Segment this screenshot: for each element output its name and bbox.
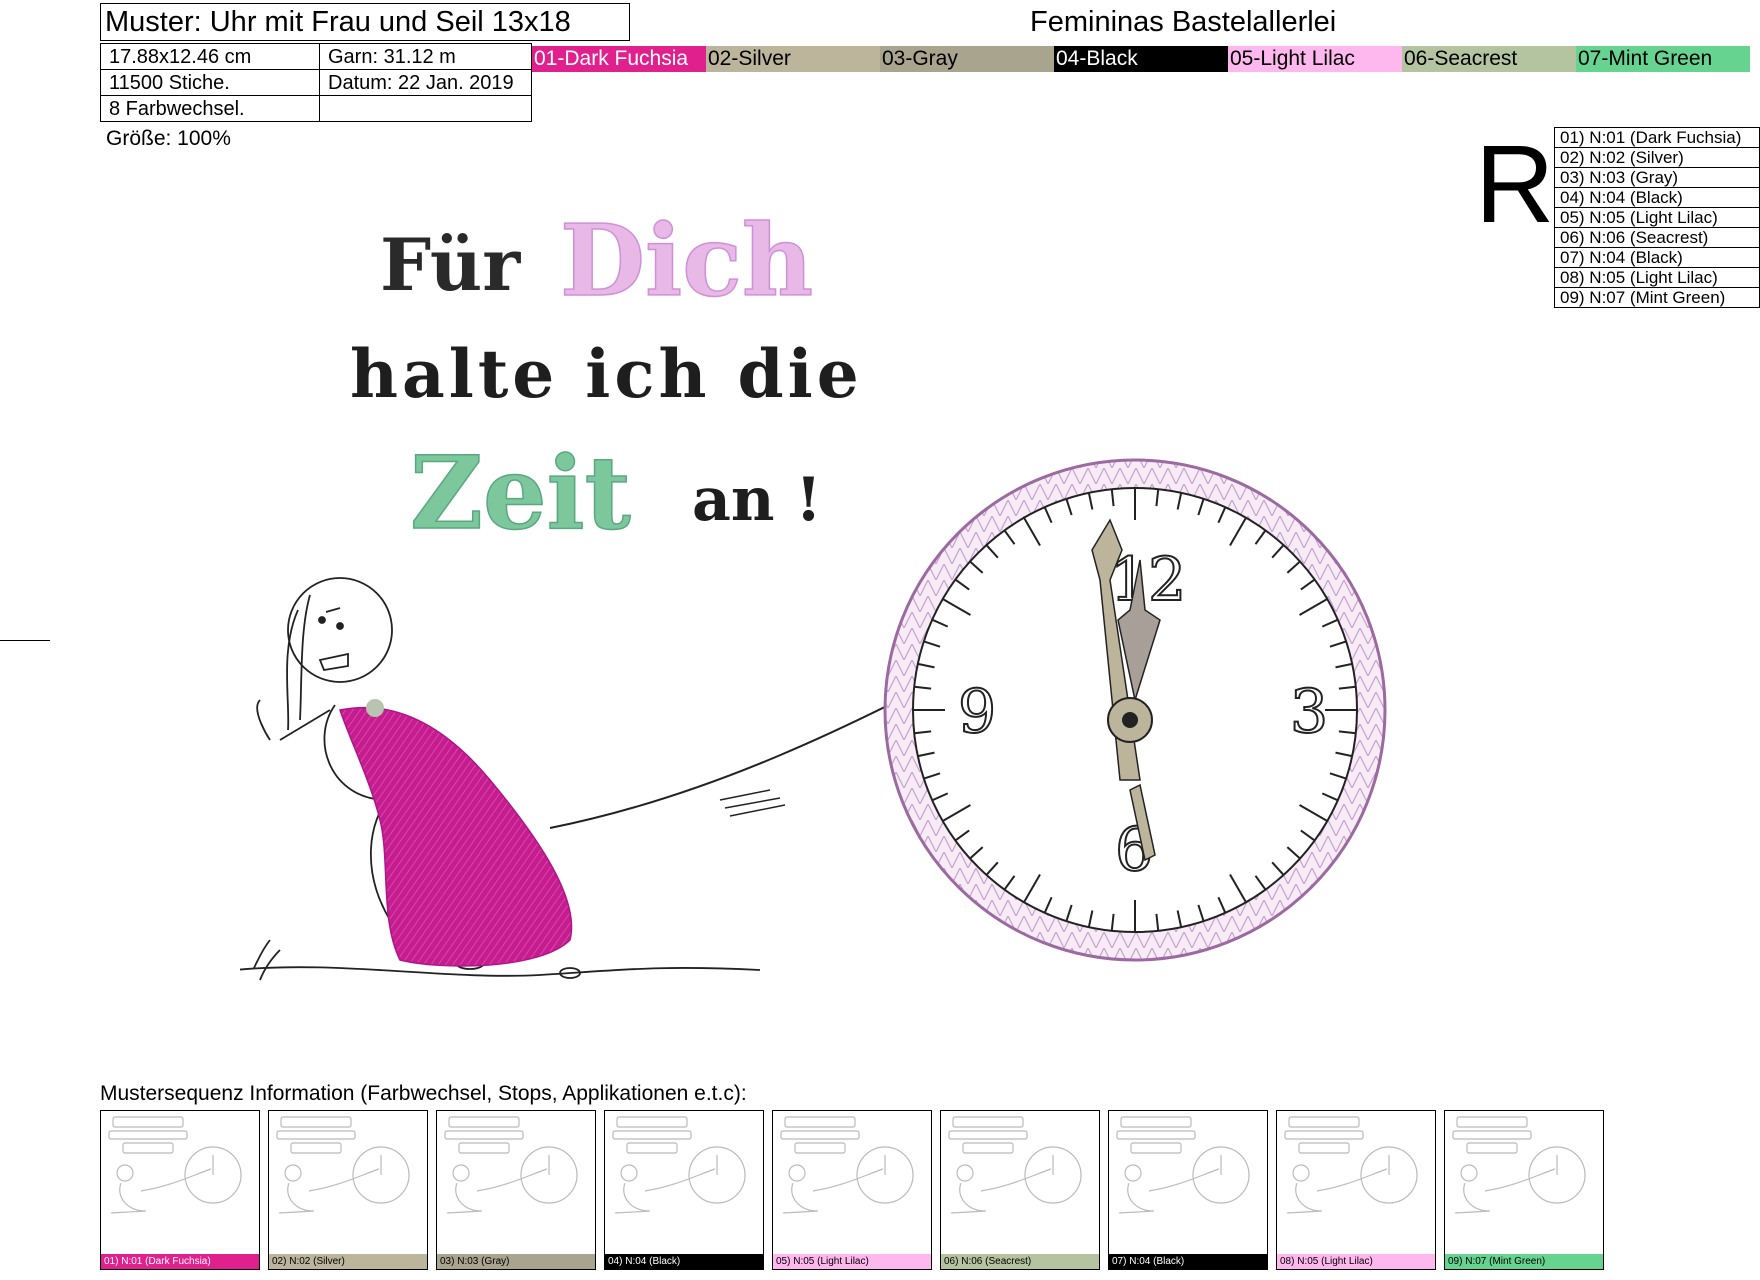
step-caption: 09) N:07 (Mint Green) — [1445, 1254, 1603, 1269]
sequence-step-9: 09) N:07 (Mint Green) — [1444, 1110, 1604, 1270]
color-swatch-2: 02-Silver — [706, 46, 880, 72]
color-swatch-1: 01-Dark Fuchsia — [532, 46, 706, 72]
thumbnail-preview — [612, 1116, 746, 1214]
sequence-title: Mustersequenz Information (Farbwechsel, … — [100, 1082, 747, 1105]
legend-row: 06) N:06 (Seacrest) — [1554, 227, 1760, 248]
sequence-thumbnails: 01) N:01 (Dark Fuchsia) 02) N:02 (Silver)… — [100, 1110, 1612, 1270]
pattern-info-table: 17.88x12.46 cm Garn: 31.12 m 11500 Stich… — [100, 43, 532, 122]
thumbnail-preview — [1284, 1116, 1418, 1214]
thumbnail-preview — [108, 1116, 242, 1214]
legend-row: 02) N:02 (Silver) — [1554, 147, 1760, 168]
sequence-step-1: 01) N:01 (Dark Fuchsia) — [100, 1110, 260, 1270]
step-caption: 07) N:04 (Black) — [1109, 1254, 1267, 1269]
stiche-cell: 11500 Stiche. — [100, 69, 320, 96]
legend-row: 05) N:05 (Light Lilac) — [1554, 207, 1760, 228]
thumbnail-preview — [1116, 1116, 1250, 1214]
step-caption: 02) N:02 (Silver) — [269, 1254, 427, 1269]
clock-3: 3 — [1290, 677, 1328, 747]
embroidery-design: Für Dich halte ich die Zeit an ! 12 3 6 … — [240, 203, 1387, 981]
legend-row: 07) N:04 (Black) — [1554, 247, 1760, 268]
pattern-title: Muster: Uhr mit Frau und Seil 13x18 — [100, 3, 630, 41]
farbwechsel-cell: 8 Farbwechsel. — [100, 95, 320, 122]
motion-lines — [719, 789, 786, 817]
hoop-marker — [0, 640, 50, 641]
step-caption: 01) N:01 (Dark Fuchsia) — [101, 1254, 259, 1269]
text-halte: halte ich die — [350, 335, 863, 413]
step-caption: 04) N:04 (Black) — [605, 1254, 763, 1269]
clock: 12 3 6 9 — [883, 458, 1387, 962]
scale-label: Größe: 100% — [106, 127, 231, 150]
text-an: an ! — [692, 465, 822, 535]
sequence-step-8: 08) N:05 (Light Lilac) — [1276, 1110, 1436, 1270]
legend-row: 09) N:07 (Mint Green) — [1554, 287, 1760, 308]
legend-row: 03) N:03 (Gray) — [1554, 167, 1760, 188]
color-swatch-4: 04-Black — [1054, 46, 1228, 72]
garn-cell: Garn: 31.12 m — [319, 43, 532, 70]
clock-9: 9 — [958, 677, 996, 747]
thread-legend: 01) N:01 (Dark Fuchsia) 02) N:02 (Silver)… — [1554, 127, 1760, 308]
sequence-step-5: 05) N:05 (Light Lilac) — [772, 1110, 932, 1270]
clock-12: 12 — [1110, 545, 1186, 615]
step-caption: 05) N:05 (Light Lilac) — [773, 1254, 931, 1269]
datum-cell: Datum: 22 Jan. 2019 — [319, 69, 532, 96]
legend-row: 01) N:01 (Dark Fuchsia) — [1554, 127, 1760, 148]
sequence-step-3: 03) N:03 (Gray) — [436, 1110, 596, 1270]
text-fur: Für — [380, 222, 521, 307]
thumbnail-preview — [948, 1116, 1082, 1214]
color-swatch-3: 03-Gray — [880, 46, 1054, 72]
sequence-step-7: 07) N:04 (Black) — [1108, 1110, 1268, 1270]
sequence-step-2: 02) N:02 (Silver) — [268, 1110, 428, 1270]
thumbnail-preview — [1452, 1116, 1586, 1214]
step-caption: 06) N:06 (Seacrest) — [941, 1254, 1099, 1269]
color-bar: 01-Dark Fuchsia 02-Silver 03-Gray 04-Black 0… — [532, 46, 1750, 72]
orientation-letter: R — [1475, 123, 1555, 246]
step-caption: 03) N:03 (Gray) — [437, 1254, 595, 1269]
legend-row: 08) N:05 (Light Lilac) — [1554, 267, 1760, 288]
collar-dot — [366, 699, 384, 717]
brand-name: Femininas Bastelallerlei — [1030, 6, 1337, 38]
color-swatch-5: 05-Light Lilac — [1228, 46, 1402, 72]
thumbnail-preview — [276, 1116, 410, 1214]
color-swatch-7: 07-Mint Green — [1576, 46, 1750, 72]
legend-row: 04) N:04 (Black) — [1554, 187, 1760, 208]
empty-cell — [319, 95, 532, 122]
text-dich: Dich — [560, 204, 813, 319]
dress-fill — [339, 706, 573, 967]
color-swatch-6: 06-Seacrest — [1402, 46, 1576, 72]
step-caption: 08) N:05 (Light Lilac) — [1277, 1254, 1435, 1269]
thumbnail-preview — [780, 1116, 914, 1214]
size-cell: 17.88x12.46 cm — [100, 43, 320, 70]
thumbnail-preview — [444, 1116, 578, 1214]
sequence-step-6: 06) N:06 (Seacrest) — [940, 1110, 1100, 1270]
sequence-step-4: 04) N:04 (Black) — [604, 1110, 764, 1270]
text-zeit: Zeit — [410, 434, 631, 552]
